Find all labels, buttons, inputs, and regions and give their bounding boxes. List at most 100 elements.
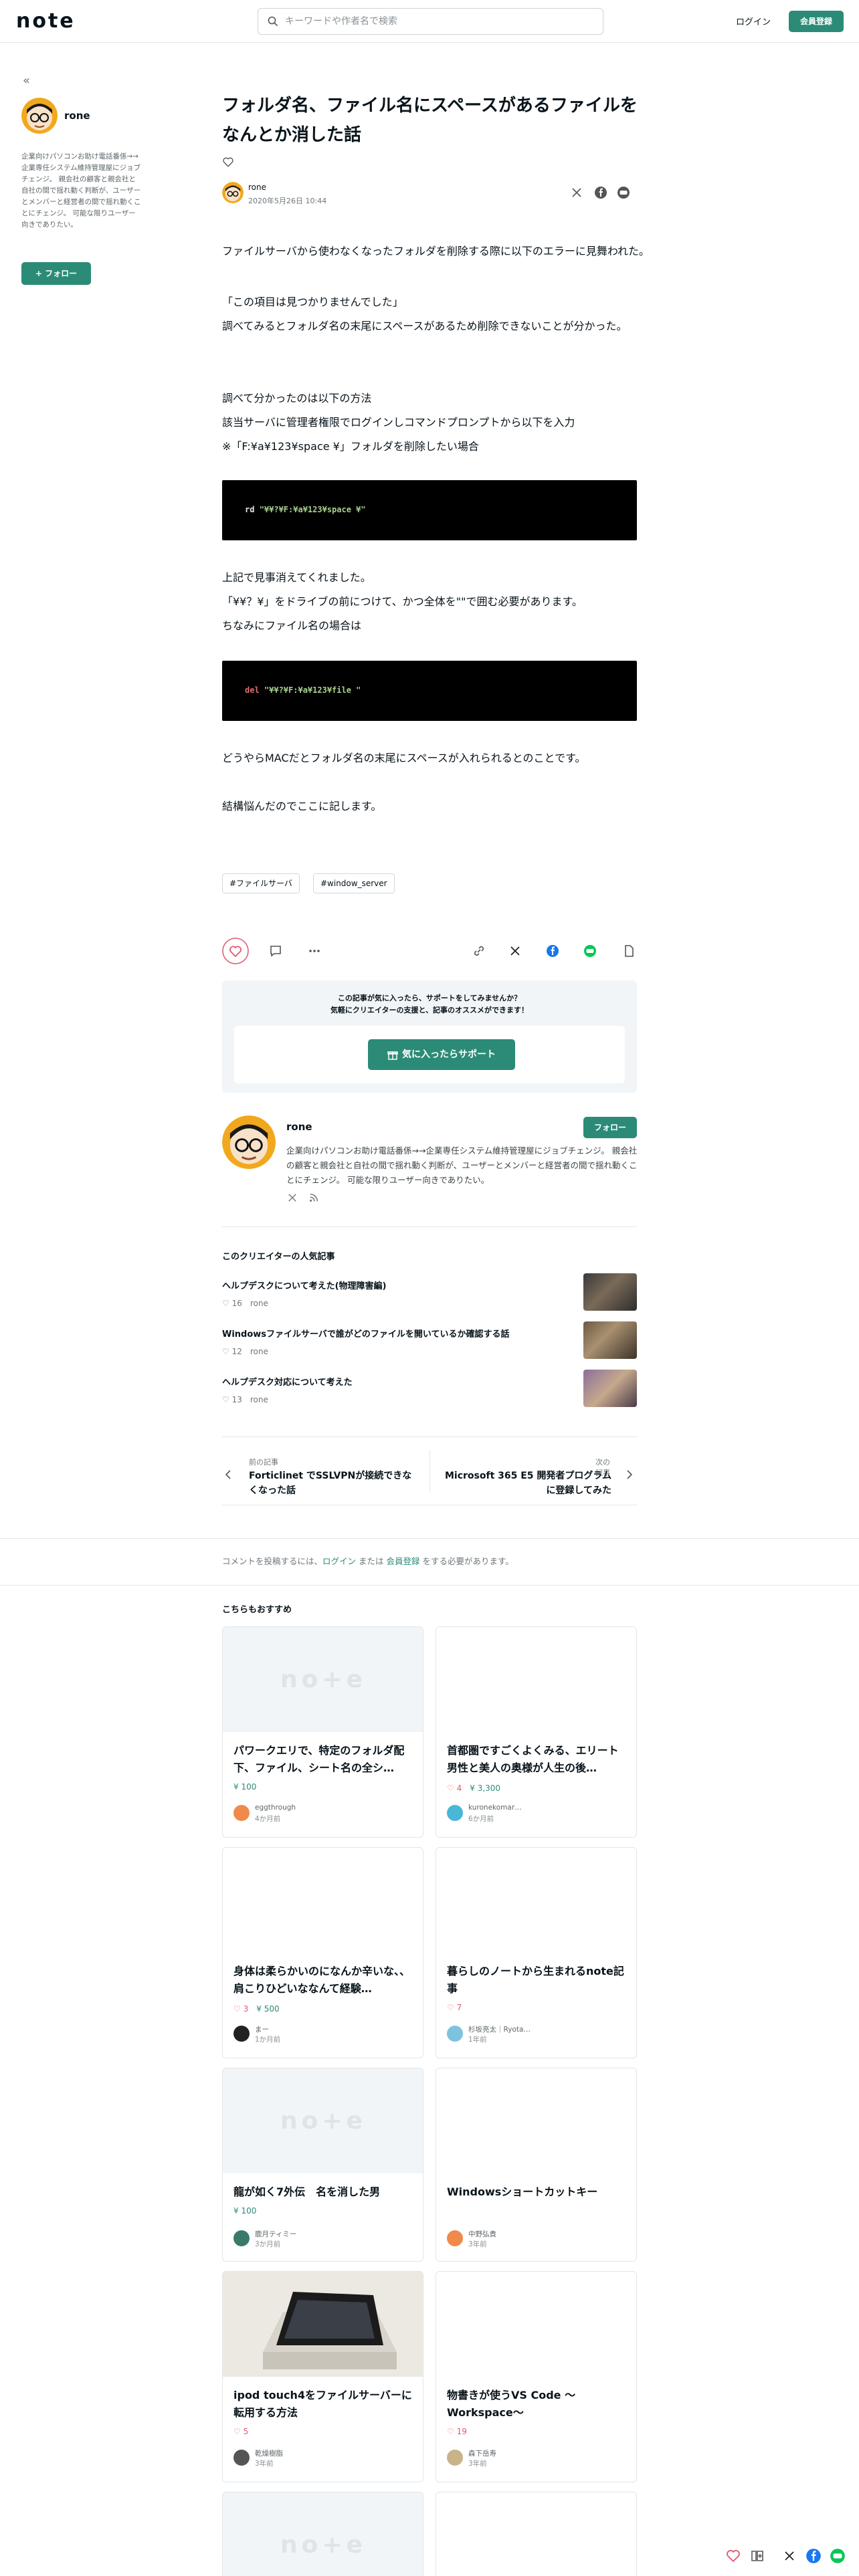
- sidebar-author-name[interactable]: rone: [64, 110, 90, 122]
- author-card-follow-button[interactable]: フォロー: [583, 1117, 637, 1138]
- recommend-card[interactable]: [436, 2492, 637, 2576]
- card-image: [436, 2068, 636, 2173]
- card-username: 森下岳寿: [468, 2450, 496, 2458]
- popular-item-thumbnail[interactable]: [583, 1370, 637, 1407]
- popular-item-title[interactable]: ヘルプデスクについて考えた(物理障害編): [222, 1279, 387, 1291]
- card-price: 100: [241, 1782, 257, 1792]
- floating-magazine-icon[interactable]: [749, 2548, 765, 2564]
- prev-article-label: 前の記事: [249, 1458, 278, 1467]
- share-facebook-icon[interactable]: [594, 186, 607, 199]
- card-title: 暮らしのノートから生まれるnote記事: [447, 1965, 624, 1995]
- floating-facebook-icon[interactable]: [805, 2548, 822, 2564]
- card-likes: 3: [243, 2004, 249, 2014]
- card-likes: 5: [243, 2427, 249, 2436]
- copy-link-icon[interactable]: [472, 944, 486, 958]
- floating-like-icon[interactable]: [725, 2548, 741, 2564]
- code-block: rd "¥¥?¥F:¥a¥123¥space ¥": [222, 480, 637, 540]
- login-link[interactable]: ログイン: [736, 15, 771, 27]
- code-block: del "¥¥?¥F:¥a¥123¥file ": [222, 661, 637, 721]
- card-avatar: [447, 2450, 463, 2466]
- collapse-sidebar-icon[interactable]: «: [23, 74, 30, 88]
- card-placeholder-image: no+e: [223, 1627, 423, 1732]
- comment-icon[interactable]: [269, 944, 282, 958]
- prev-article-title[interactable]: Forticlinet でSSLVPNが接続できなくなった話: [249, 1469, 416, 1498]
- like-button[interactable]: [222, 938, 249, 964]
- support-button[interactable]: 気に入ったらサポート: [368, 1039, 515, 1070]
- note-logo[interactable]: note: [16, 9, 76, 33]
- share-x-icon[interactable]: [571, 187, 582, 198]
- search-input[interactable]: [285, 9, 593, 34]
- embed-icon[interactable]: [622, 944, 636, 958]
- recommend-card[interactable]: 暮らしのノートから生まれるnote記事 ♡ 7 杉坂亮太｜Ryota… 1年前: [436, 1847, 637, 2058]
- card-placeholder-image: no+e: [223, 2492, 423, 2576]
- card-avatar: [233, 2450, 250, 2466]
- comment-signup-link[interactable]: 会員登録: [386, 1556, 419, 1566]
- divider: [222, 1436, 637, 1437]
- popular-item-title[interactable]: Windowsファイルサーバで誰がどのファイルを開いているか確認する話: [222, 1327, 510, 1339]
- article-paragraph: ファイルサーバから使わなくなったフォルダを削除する際に以下のエラーに見舞われた。: [222, 245, 650, 257]
- tag-chip[interactable]: #window_server: [313, 873, 395, 893]
- sidebar-avatar[interactable]: [21, 98, 58, 134]
- article-paragraph: 「この項目は見つかりませんでした」: [222, 296, 403, 308]
- popular-item-meta: ♡ 13 rone: [222, 1395, 268, 1404]
- recommend-card[interactable]: no+e 龍が如く7外伝 名を消した男 ¥ 100 鹿月ティミー 3か月前: [222, 2068, 423, 2262]
- floating-line-icon[interactable]: [830, 2548, 846, 2564]
- author-avatar[interactable]: [222, 182, 244, 203]
- support-box: この記事が気に入ったら、サポートをしてみませんか？ 気軽にクリエイターの支援と、…: [222, 980, 637, 1093]
- comment-login-link[interactable]: ログイン: [322, 1556, 356, 1566]
- note-watermark-icon: no+e: [280, 2531, 367, 2559]
- card-username: 杉坂亮太｜Ryota…: [468, 2026, 531, 2034]
- rss-icon[interactable]: [309, 1193, 318, 1202]
- article-title: フォルダ名、ファイル名にスペースがあるファイルをなんとか消した話: [222, 96, 638, 145]
- sidebar-follow-button[interactable]: + フォロー: [21, 262, 91, 285]
- article-paragraph: 結構悩んだのでここに記します。: [222, 800, 382, 813]
- card-title: パワークエリで、特定のフォルダ配下、ファイル、シート名の全シ…: [233, 1744, 405, 1774]
- ipod-photo-icon: [223, 2272, 423, 2377]
- popular-item-thumbnail[interactable]: [583, 1273, 637, 1311]
- share-x-icon[interactable]: [510, 946, 520, 956]
- card-likes: 7: [456, 2003, 462, 2012]
- card-time: 6か月前: [468, 1815, 494, 1823]
- chevron-right-icon[interactable]: [626, 1470, 633, 1479]
- popular-item-author: rone: [250, 1299, 268, 1308]
- popular-item-author: rone: [250, 1395, 268, 1404]
- share-line-icon[interactable]: [617, 186, 630, 199]
- recommend-card[interactable]: ipod touch4をファイルサーバーに転用する方法 ♡ 5 乾燥樹脂 3年前: [222, 2271, 423, 2482]
- recommend-card[interactable]: 物書きが使うVS Code 〜Workspace〜 ♡ 19 森下岳寿 3年前: [436, 2271, 637, 2482]
- recommend-card[interactable]: no+e: [222, 2492, 423, 2576]
- share-line-icon[interactable]: [583, 944, 597, 958]
- next-article-title[interactable]: Microsoft 365 E5 開発者プログラムに登録してみた: [442, 1469, 611, 1498]
- search-box[interactable]: [258, 8, 603, 35]
- popular-item-title[interactable]: ヘルプデスク対応について考えた: [222, 1375, 353, 1388]
- share-facebook-icon[interactable]: [546, 944, 559, 958]
- article-paragraph: 上記で見事消えてくれました。: [222, 571, 371, 584]
- popular-item-author: rone: [250, 1347, 268, 1356]
- x-profile-icon[interactable]: [288, 1193, 297, 1202]
- article-author[interactable]: rone: [248, 183, 266, 192]
- popular-item-meta: ♡ 12 rone: [222, 1347, 268, 1356]
- card-time: 4か月前: [255, 1815, 281, 1823]
- chevron-left-icon[interactable]: [225, 1470, 231, 1479]
- card-image: [223, 2272, 423, 2377]
- card-stats: ♡ 3 ¥ 500: [233, 2004, 280, 2014]
- recommend-card[interactable]: no+e パワークエリで、特定のフォルダ配下、ファイル、シート名の全シ… ¥ 1…: [222, 1626, 423, 1838]
- card-image: [223, 1848, 423, 1953]
- tag-chip[interactable]: #ファイルサーバ: [222, 873, 300, 893]
- card-image: [436, 2272, 636, 2377]
- recommend-card[interactable]: 身体は柔らかいのになんか辛いな、、肩こりひどいななんて経験… ♡ 3 ¥ 500…: [222, 1847, 423, 2058]
- recommend-card[interactable]: 首都圏ですごくよくみる、エリート男性と美人の奥様が人生の後… ♡ 4 ¥ 3,3…: [436, 1626, 637, 1838]
- author-card-avatar[interactable]: [222, 1115, 276, 1169]
- like-icon[interactable]: [222, 156, 234, 168]
- card-username: まー: [255, 2026, 269, 2034]
- popular-item-thumbnail[interactable]: [583, 1321, 637, 1359]
- card-avatar: [233, 2230, 250, 2246]
- more-icon[interactable]: [308, 944, 321, 958]
- signup-button[interactable]: 会員登録: [789, 11, 844, 32]
- author-card-name[interactable]: rone: [286, 1121, 312, 1133]
- card-avatar: [447, 2230, 463, 2246]
- floating-x-icon[interactable]: [784, 2551, 795, 2561]
- card-title: 身体は柔らかいのになんか辛いな、、肩こりひどいななんて経験…: [233, 1965, 411, 1995]
- gift-icon: [387, 1049, 398, 1060]
- card-time: 3か月前: [255, 2240, 281, 2248]
- recommend-card[interactable]: Windowsショートカットキー 中野弘貴 3年前: [436, 2068, 637, 2262]
